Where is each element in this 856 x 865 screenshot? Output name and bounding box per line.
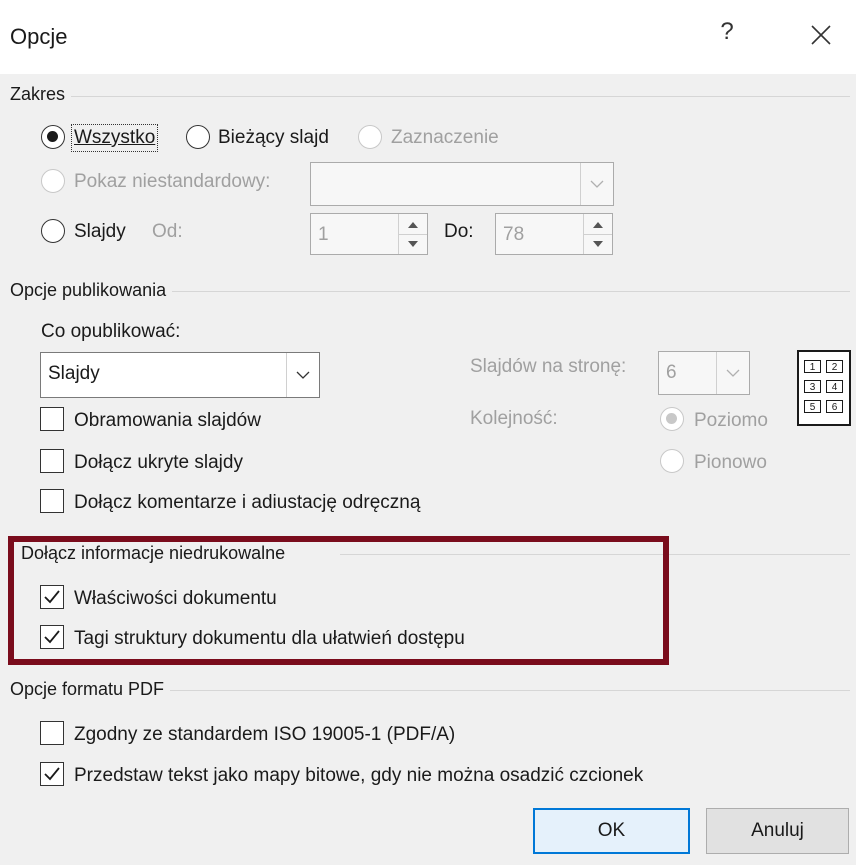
chevron-down-icon xyxy=(296,371,310,379)
grid-cell: 2 xyxy=(826,360,843,373)
checkbox-include-hidden-label[interactable]: Dołącz ukryte slajdy xyxy=(74,452,243,474)
checkbox-frame-slides[interactable] xyxy=(40,407,64,431)
radio-current-slide[interactable] xyxy=(186,125,210,149)
highlight-box xyxy=(8,536,669,665)
radio-all[interactable] xyxy=(41,125,65,149)
radio-all-text: Wszystko xyxy=(74,127,156,148)
radio-horizontal[interactable] xyxy=(660,407,684,431)
spin-down-button[interactable] xyxy=(399,234,427,255)
radio-slides-label[interactable]: Slajdy xyxy=(74,221,126,243)
section-rule xyxy=(10,96,850,97)
title-bar: Opcje ? xyxy=(0,0,856,74)
publish-what-dropdown-arrow[interactable] xyxy=(286,353,319,397)
slide-layout-grid-icon: 1 2 3 4 5 6 xyxy=(797,350,851,426)
help-button[interactable]: ? xyxy=(712,18,742,46)
radio-current-slide-label[interactable]: Bieżący slajd xyxy=(218,127,329,149)
spin-up-button[interactable] xyxy=(584,214,612,234)
checkbox-bitmap-text-label[interactable]: Przedstaw tekst jako mapy bitowe, gdy ni… xyxy=(74,765,643,787)
checkbox-bitmap-text[interactable] xyxy=(40,762,64,786)
radio-selection-label: Zaznaczenie xyxy=(391,127,499,148)
custom-show-dropdown-arrow[interactable] xyxy=(580,163,613,205)
checkbox-include-hidden[interactable] xyxy=(40,449,64,473)
radio-horizontal-label: Poziomo xyxy=(694,410,768,431)
grid-cell: 4 xyxy=(826,380,843,393)
chevron-down-icon xyxy=(726,369,740,377)
spin-down-button[interactable] xyxy=(584,234,612,255)
checkbox-include-comments-label[interactable]: Dołącz komentarze i adiustację odręczną xyxy=(74,492,420,514)
per-page-dropdown-arrow[interactable] xyxy=(716,352,749,394)
checkbox-include-comments[interactable] xyxy=(40,489,64,513)
checkbox-frame-slides-label[interactable]: Obramowania slajdów xyxy=(74,410,261,432)
from-label: Od: xyxy=(152,221,183,242)
section-zakres-heading: Zakres xyxy=(10,84,72,105)
close-icon xyxy=(811,25,831,45)
spin-up-button[interactable] xyxy=(399,214,427,234)
radio-selection[interactable] xyxy=(358,125,382,149)
to-label: Do: xyxy=(444,221,474,242)
order-label: Kolejność: xyxy=(470,408,558,429)
checkmark-icon xyxy=(44,767,60,781)
checkbox-iso-pdfa[interactable] xyxy=(40,721,64,745)
cancel-button[interactable]: Anuluj xyxy=(706,808,849,854)
arrow-up-icon xyxy=(408,222,418,228)
close-button[interactable] xyxy=(806,20,836,50)
per-page-dropdown[interactable]: 6 xyxy=(658,351,750,395)
radio-slides[interactable] xyxy=(41,219,65,243)
from-spinner-buttons[interactable] xyxy=(398,214,427,254)
per-page-value: 6 xyxy=(666,362,677,383)
to-spinner-buttons[interactable] xyxy=(583,214,612,254)
to-value: 78 xyxy=(503,224,525,245)
grid-cell: 3 xyxy=(804,380,821,393)
custom-show-dropdown[interactable] xyxy=(310,162,614,206)
radio-custom-show-label: Pokaz niestandardowy: xyxy=(74,171,271,192)
section-pdf-heading: Opcje formatu PDF xyxy=(10,679,171,700)
publish-what-label: Co opublikować: xyxy=(41,321,181,342)
grid-cell: 5 xyxy=(804,400,821,413)
publish-what-dropdown[interactable]: Slajdy xyxy=(40,352,320,398)
section-publish-heading: Opcje publikowania xyxy=(10,280,173,301)
ok-button[interactable]: OK xyxy=(533,808,690,854)
radio-custom-show[interactable] xyxy=(41,169,65,193)
radio-all-label[interactable]: Wszystko xyxy=(70,124,159,152)
radio-vertical[interactable] xyxy=(660,449,684,473)
publish-what-value: Slajdy xyxy=(48,363,100,384)
radio-vertical-label: Pionowo xyxy=(694,452,767,473)
arrow-up-icon xyxy=(593,222,603,228)
chevron-down-icon xyxy=(590,180,604,188)
per-page-label: Slajdów na stronę: xyxy=(470,356,627,377)
from-value: 1 xyxy=(318,224,329,245)
grid-cell: 6 xyxy=(826,400,843,413)
to-spinner[interactable]: 78 xyxy=(495,213,613,255)
arrow-down-icon xyxy=(408,241,418,247)
from-spinner[interactable]: 1 xyxy=(310,213,428,255)
grid-cell: 1 xyxy=(804,360,821,373)
arrow-down-icon xyxy=(593,241,603,247)
checkbox-iso-pdfa-label[interactable]: Zgodny ze standardem ISO 19005-1 (PDF/A) xyxy=(74,724,455,746)
dialog-title: Opcje xyxy=(10,24,68,49)
